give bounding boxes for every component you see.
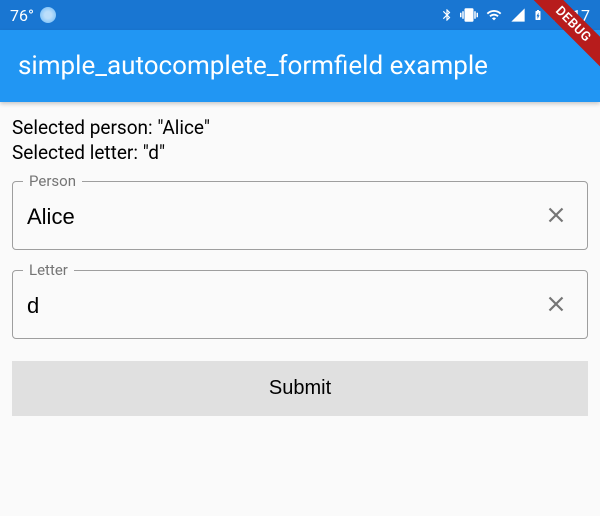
selected-letter-label: Selected letter: bbox=[12, 141, 138, 164]
person-input[interactable] bbox=[27, 204, 539, 230]
app-bar: simple_autocomplete_formfield example bbox=[0, 30, 600, 102]
letter-clear-button[interactable] bbox=[539, 287, 573, 324]
vibrate-icon bbox=[460, 6, 478, 24]
close-icon bbox=[543, 202, 569, 231]
content-area: Selected person: "Alice" Selected letter… bbox=[0, 102, 600, 430]
bluetooth-icon bbox=[440, 6, 454, 24]
person-field[interactable]: Person bbox=[12, 181, 588, 250]
letter-input[interactable] bbox=[27, 293, 539, 319]
app-bar-title: simple_autocomplete_formfield example bbox=[18, 51, 488, 81]
letter-field[interactable]: Letter bbox=[12, 270, 588, 339]
submit-button-label: Submit bbox=[269, 377, 331, 399]
person-field-label: Person bbox=[23, 172, 82, 190]
person-clear-button[interactable] bbox=[539, 198, 573, 235]
wifi-icon bbox=[484, 7, 504, 23]
selected-person-label: Selected person: bbox=[12, 116, 153, 139]
weather-icon bbox=[40, 7, 56, 23]
signal-icon bbox=[510, 7, 526, 23]
submit-button[interactable]: Submit bbox=[12, 361, 588, 416]
close-icon bbox=[543, 291, 569, 320]
temperature-text: 76° bbox=[10, 6, 34, 25]
letter-field-label: Letter bbox=[23, 261, 74, 279]
selected-person-value: "Alice" bbox=[157, 116, 210, 139]
selected-letter-value: "d" bbox=[143, 141, 165, 164]
status-bar: 76° 12:17 bbox=[0, 0, 600, 30]
selection-status: Selected person: "Alice" Selected letter… bbox=[12, 116, 588, 165]
